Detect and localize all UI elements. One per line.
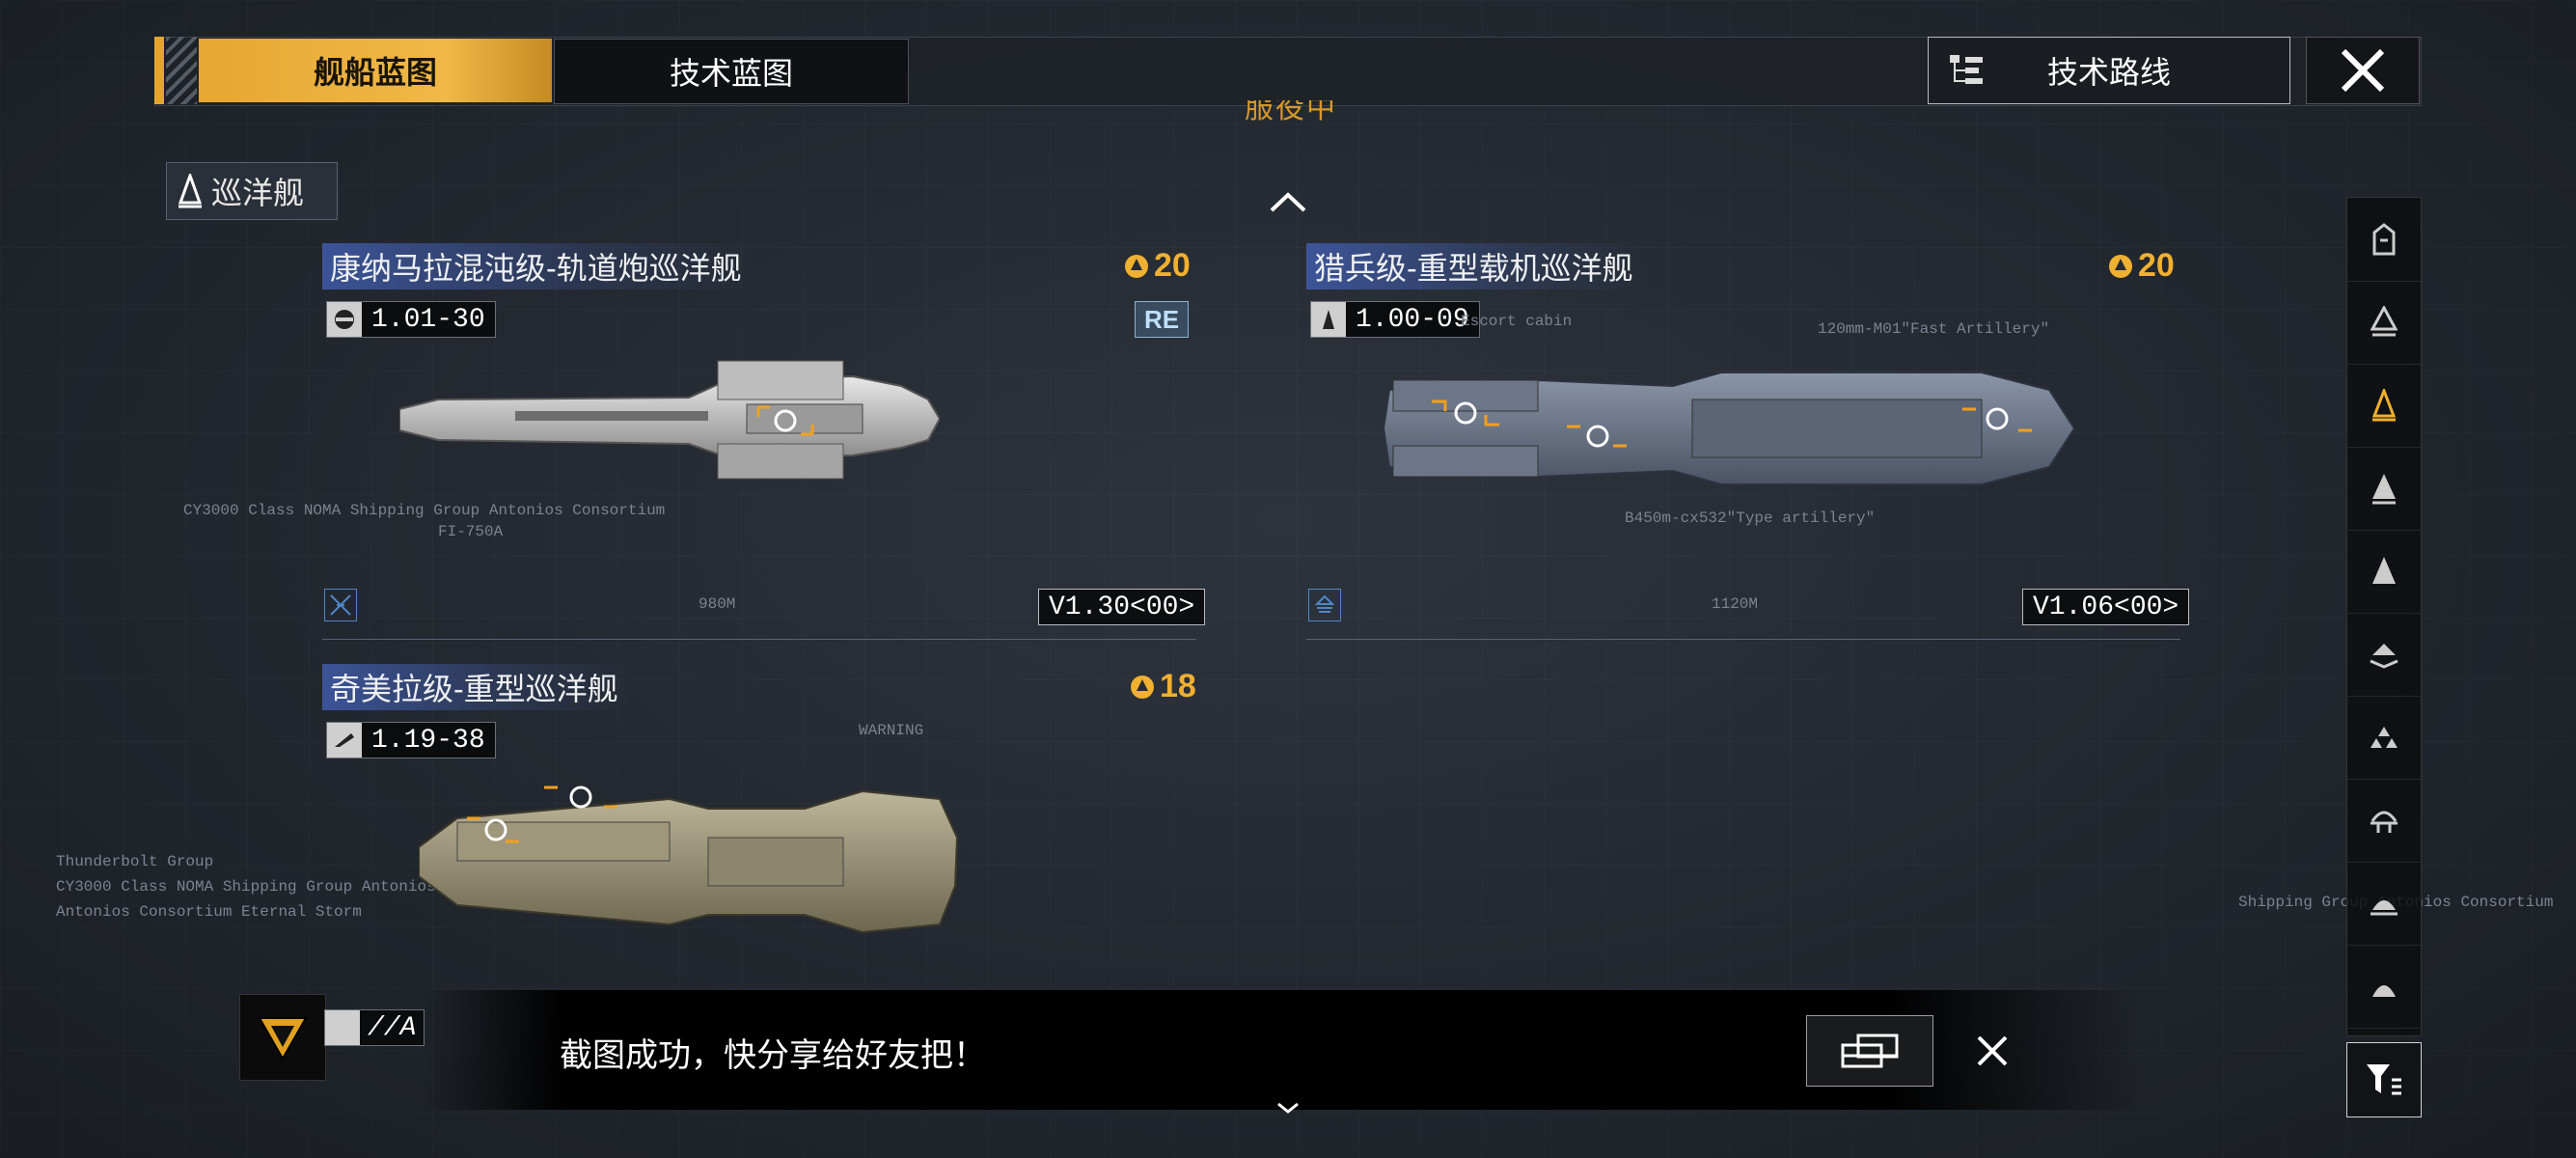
rail-battleship[interactable] — [2347, 530, 2421, 614]
accent-stripe — [154, 37, 164, 104]
filter-icon — [2367, 1064, 2401, 1095]
rail-frigate[interactable] — [2347, 198, 2421, 282]
cruiser-icon — [325, 1010, 360, 1045]
ship-cost: 18 — [1129, 668, 1196, 705]
gear-icon — [327, 302, 362, 337]
ship-cost-value: 20 — [2138, 247, 2175, 284]
hud-annotation: WARNING — [859, 722, 924, 739]
version-tag: 1.01-30 — [326, 301, 496, 338]
version-value: 1.19-38 — [371, 725, 485, 756]
hud-annotation: 980M — [699, 595, 736, 613]
rank-emblem-icon — [258, 1017, 308, 1062]
tab-tech-blueprint[interactable]: 技术蓝图 — [554, 39, 909, 104]
bg-schematic-text: Antonios Consortium Eternal Storm — [56, 903, 362, 921]
cost-icon — [2109, 254, 2132, 278]
ship-title: 奇美拉级-重型巡洋舰 — [322, 664, 630, 710]
rail-battlecruiser[interactable] — [2347, 447, 2421, 531]
hud-annotation: FI-750A — [438, 523, 504, 540]
ship-cost: 20 — [2107, 247, 2175, 285]
special-icon — [2372, 985, 2396, 997]
tech-route-button[interactable]: 技术路线 — [1928, 37, 2290, 104]
rail-auxiliary[interactable] — [2347, 696, 2421, 780]
hud-rule — [1306, 639, 2180, 640]
player-rank-badge[interactable] — [239, 994, 326, 1081]
filter-button[interactable] — [2346, 1042, 2422, 1117]
hud-annotation: 1120M — [1712, 595, 1759, 613]
rail-support[interactable] — [2347, 862, 2421, 946]
cruiser-icon — [178, 174, 203, 208]
frigate-icon — [2372, 223, 2396, 256]
cost-icon — [1131, 675, 1154, 699]
close-button[interactable] — [2306, 37, 2420, 104]
rail-destroyer[interactable] — [2347, 281, 2421, 365]
rail-cruiser[interactable] — [2347, 364, 2421, 448]
tab-label: 技术蓝图 — [669, 56, 793, 91]
build-version: V1.30<00> — [1038, 589, 1206, 625]
build-version: V1.06<00> — [2022, 589, 2190, 625]
cruiser-icon — [327, 723, 362, 758]
category-rail — [2346, 197, 2422, 1036]
version-tag: 1.00-09 — [1310, 301, 1480, 338]
ship-image — [1384, 372, 2076, 485]
rail-station[interactable] — [2347, 779, 2421, 863]
rail-carrier[interactable] — [2347, 613, 2421, 697]
auxiliary-icon — [2370, 727, 2398, 748]
section-subtitle: 服役中 — [1245, 100, 1337, 124]
hud-rule — [322, 639, 1196, 640]
tab-ship-blueprint[interactable]: 舰船蓝图 — [199, 39, 552, 102]
version-value: 1.00-09 — [1356, 304, 1469, 335]
version-tag: 1.19-38 — [326, 722, 496, 758]
battlecruiser-icon — [2372, 474, 2396, 505]
cruiser-icon — [2371, 389, 2397, 422]
ship-title: 康纳马拉混沌级-轨道炮巡洋舰 — [322, 243, 754, 290]
blueprint-type-icon — [1308, 589, 1341, 621]
scroll-down-icon[interactable] — [1275, 1100, 1301, 1116]
blueprint-type-icon — [324, 589, 357, 621]
hud-annotation: 120mm-M01"Fast Artillery" — [1818, 320, 2050, 338]
hatch-decoration — [166, 37, 197, 104]
ship-cost-value: 18 — [1160, 668, 1196, 704]
category-chip[interactable]: 巡洋舰 — [166, 162, 338, 220]
support-icon — [2370, 900, 2398, 916]
version-value: 1.01-30 — [371, 304, 485, 335]
share-icon — [1841, 1034, 1899, 1068]
carrier-icon — [1311, 302, 1346, 337]
re-badge: RE — [1135, 301, 1189, 338]
cost-icon — [1125, 254, 1148, 278]
ship-image — [419, 786, 959, 934]
destroyer-icon — [2370, 306, 2398, 337]
close-icon — [2341, 48, 2385, 93]
version-value: //A — [368, 1012, 417, 1043]
ship-cost-value: 20 — [1154, 247, 1191, 284]
tab-label: 舰船蓝图 — [313, 55, 437, 90]
category-label: 巡洋舰 — [211, 176, 305, 210]
hud-annotation: Escort cabin — [1461, 313, 1573, 330]
toast-message: 截图成功，快分享给好友把！ — [560, 1037, 986, 1074]
version-tag: //A — [324, 1009, 425, 1046]
ship-card[interactable]: 奇美拉级-重型巡洋舰 18 1.19-38 WARNING — [322, 664, 1196, 992]
ship-card[interactable]: 猎兵级-重型载机巡洋舰 20 1.00-09 1120M Escort cabi… — [1306, 243, 2190, 640]
ship-title: 猎兵级-重型载机巡洋舰 — [1306, 243, 1645, 290]
ship-cost: 20 — [1123, 247, 1191, 285]
hud-annotation: B450m-cx532"Type artillery" — [1625, 510, 1876, 527]
close-icon — [1977, 1035, 2008, 1066]
rail-special[interactable] — [2347, 945, 2421, 1029]
scroll-up-icon[interactable] — [1268, 189, 1308, 214]
ship-image — [399, 360, 940, 480]
battleship-icon — [2372, 557, 2396, 584]
toast-close-button[interactable] — [1968, 1027, 2016, 1075]
tech-route-label: 技术路线 — [2046, 55, 2171, 90]
bg-schematic-text: Thunderbolt Group — [56, 853, 214, 870]
ship-card[interactable]: 康纳马拉混沌级-轨道炮巡洋舰 20 1.01-30 RE 980M FI-750… — [322, 243, 1206, 640]
share-button[interactable] — [1806, 1015, 1933, 1087]
station-icon — [2370, 811, 2398, 833]
carrier-icon — [2370, 644, 2398, 669]
